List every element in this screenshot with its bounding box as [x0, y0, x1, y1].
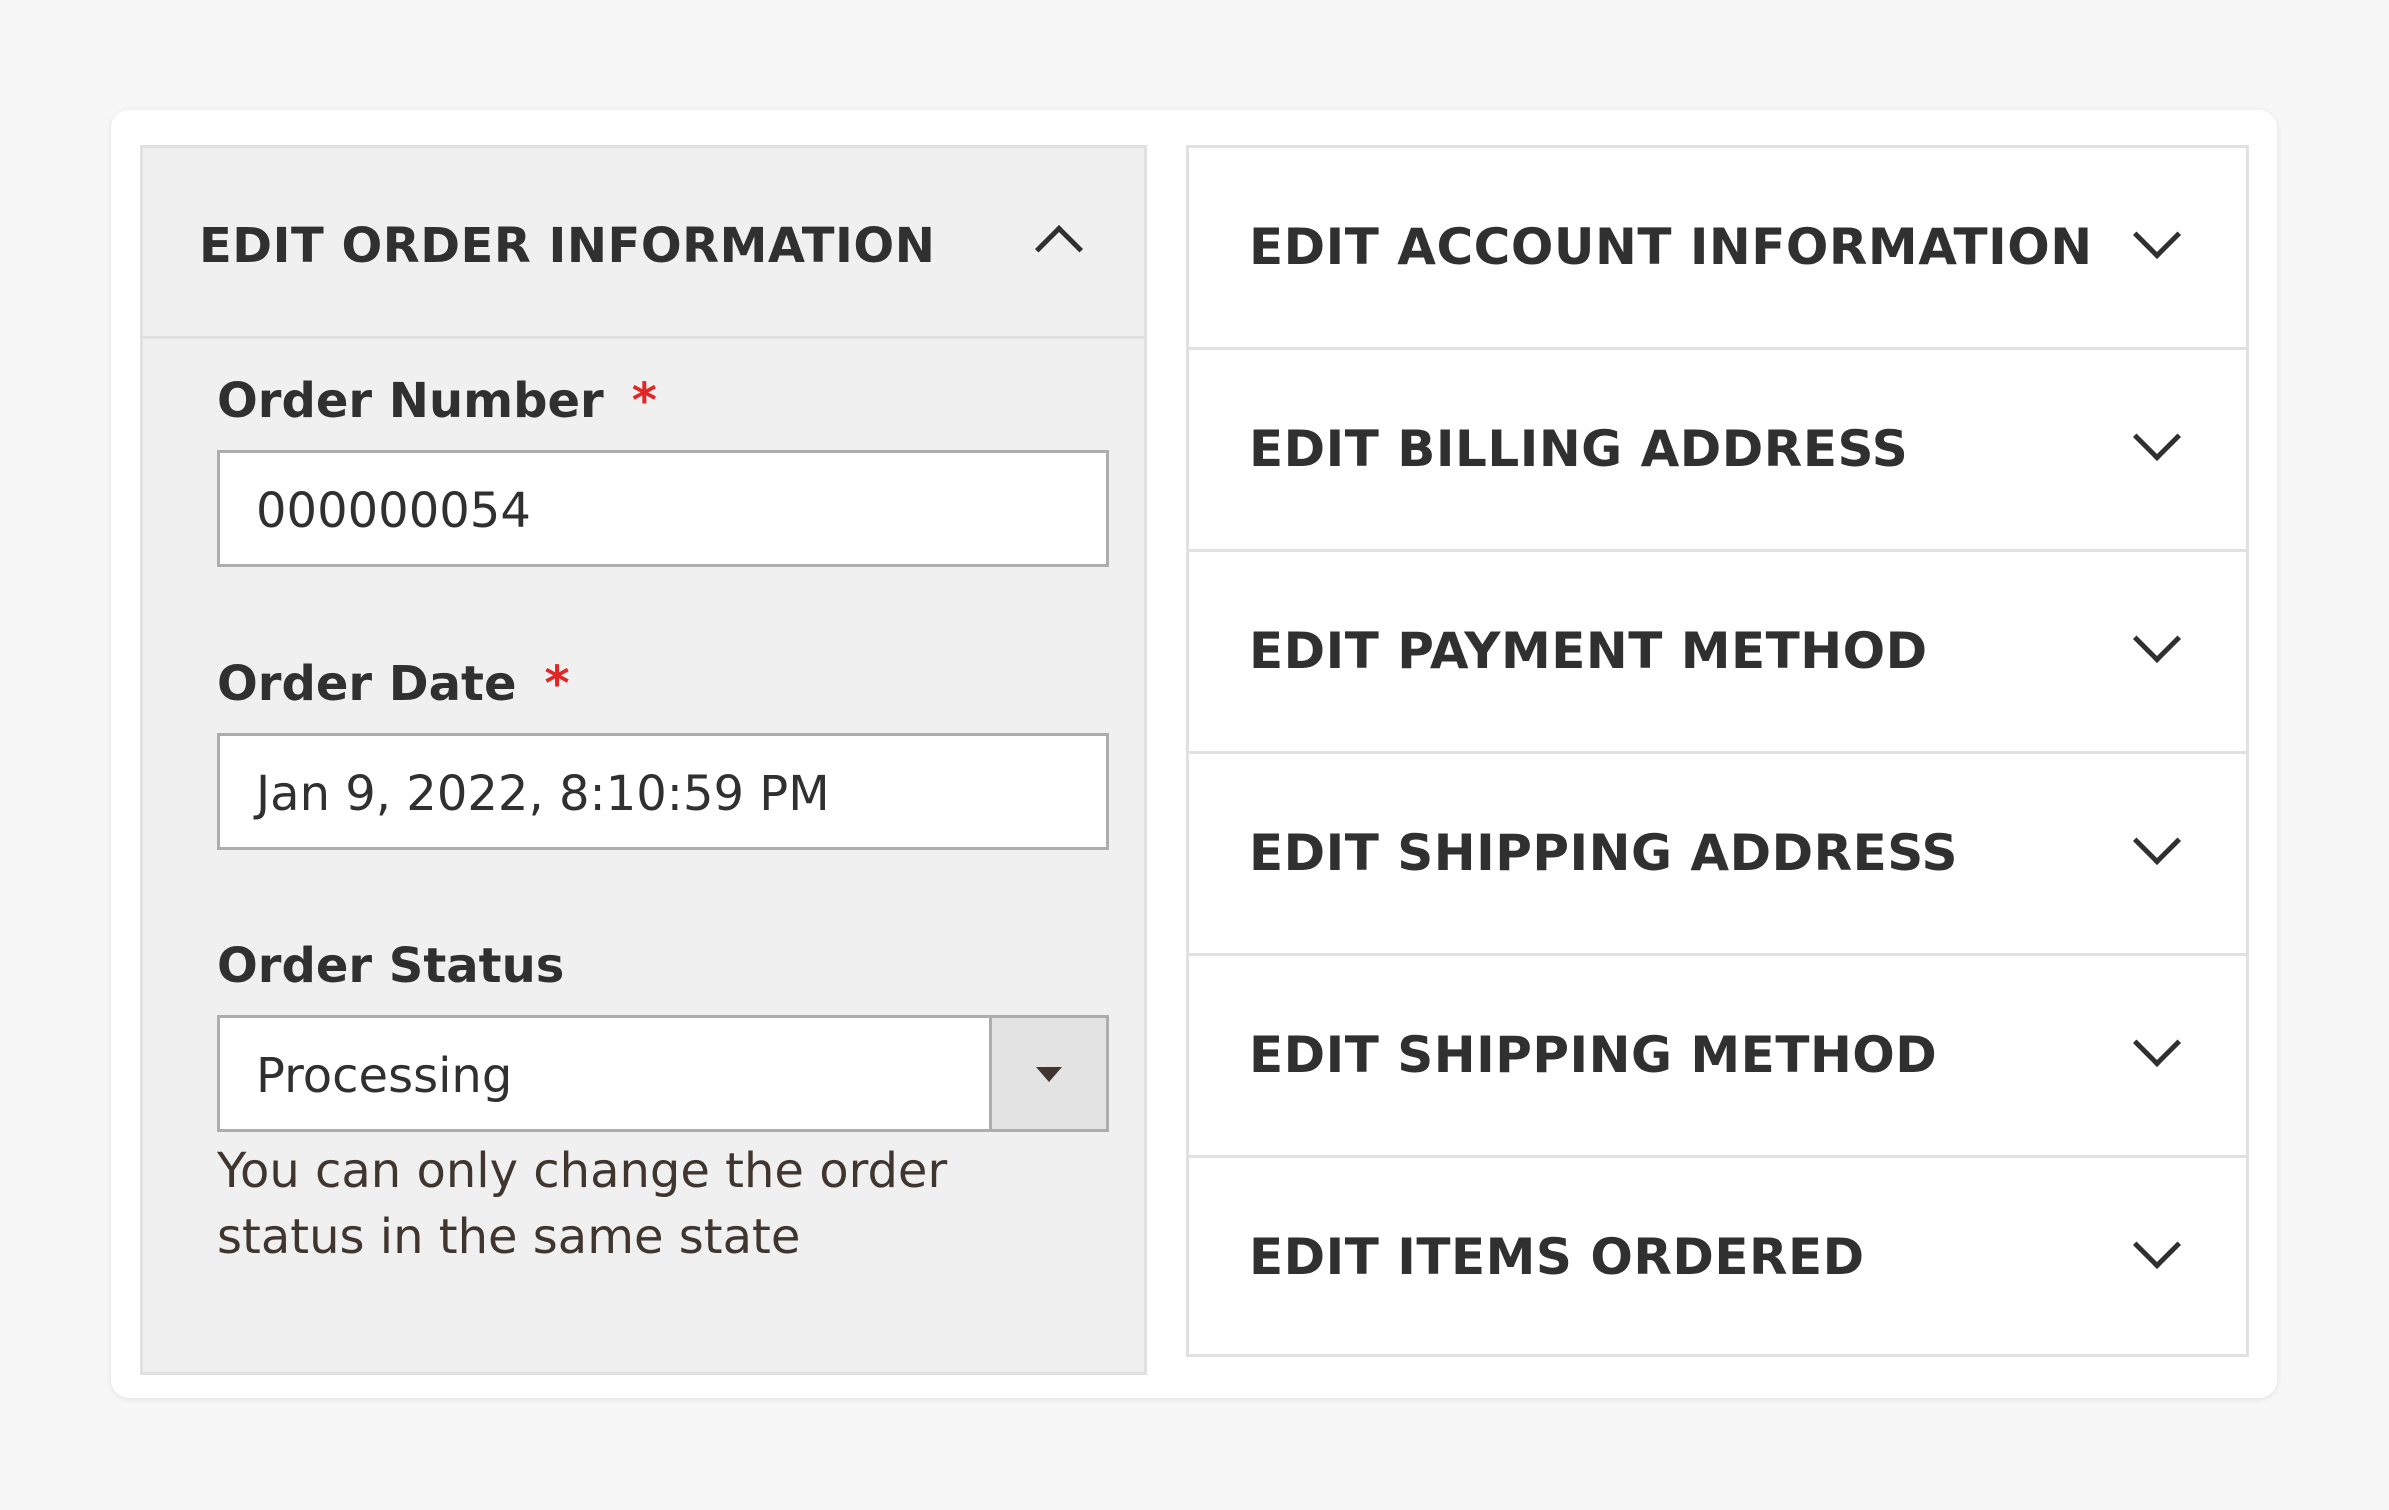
order-number-input[interactable]: 000000054: [217, 450, 1109, 567]
order-date-value: Jan 9, 2022, 8:10:59 PM: [256, 766, 830, 822]
accordion-item-billing-address[interactable]: EDIT BILLING ADDRESS: [1189, 350, 2246, 552]
edit-order-information-header[interactable]: EDIT ORDER INFORMATION: [143, 148, 1144, 339]
order-status-note: You can only change the order status in …: [217, 1143, 948, 1265]
accordion-item-shipping-address[interactable]: EDIT SHIPPING ADDRESS: [1189, 754, 2246, 956]
chevron-down-icon[interactable]: [2132, 614, 2182, 664]
chevron-down-icon[interactable]: [2132, 1220, 2182, 1270]
chevron-down-icon[interactable]: [2132, 412, 2182, 462]
accordion-item-shipping-method[interactable]: EDIT SHIPPING METHOD: [1189, 956, 2246, 1158]
accordion-title: EDIT BILLING ADDRESS: [1249, 420, 1909, 478]
dropdown-button[interactable]: [989, 1018, 1106, 1129]
accordion-title: EDIT SHIPPING ADDRESS: [1249, 824, 1959, 882]
chevron-down-icon[interactable]: [2132, 816, 2182, 866]
order-number-label: Order Number *: [217, 373, 657, 429]
order-status-label: Order Status: [217, 938, 565, 994]
accordion-item-items-ordered[interactable]: EDIT ITEMS ORDERED: [1189, 1158, 2246, 1360]
order-status-value: Processing: [256, 1048, 513, 1104]
accordion-item-payment-method[interactable]: EDIT PAYMENT METHOD: [1189, 552, 2246, 754]
edit-sections-accordion: EDIT ACCOUNT INFORMATION EDIT BILLING AD…: [1186, 145, 2249, 1357]
order-status-select[interactable]: Processing: [217, 1015, 1109, 1132]
order-date-input[interactable]: Jan 9, 2022, 8:10:59 PM: [217, 733, 1109, 850]
caret-down-icon: [1036, 1067, 1062, 1082]
accordion-title: EDIT ITEMS ORDERED: [1249, 1228, 1865, 1286]
order-number-value: 000000054: [256, 483, 531, 539]
required-marker: *: [631, 373, 657, 429]
chevron-down-icon[interactable]: [2132, 1018, 2182, 1068]
panel-title: EDIT ORDER INFORMATION: [199, 218, 936, 274]
accordion-title: EDIT PAYMENT METHOD: [1249, 622, 1928, 680]
order-date-label: Order Date *: [217, 656, 570, 712]
accordion-title: EDIT ACCOUNT INFORMATION: [1249, 218, 2093, 276]
edit-order-information-panel: EDIT ORDER INFORMATION Order Number * 000…: [140, 145, 1147, 1375]
chevron-up-icon[interactable]: [1034, 224, 1084, 274]
chevron-down-icon[interactable]: [2132, 210, 2182, 260]
accordion-title: EDIT SHIPPING METHOD: [1249, 1026, 1938, 1084]
required-marker: *: [544, 656, 570, 712]
accordion-item-account-information[interactable]: EDIT ACCOUNT INFORMATION: [1189, 148, 2246, 350]
